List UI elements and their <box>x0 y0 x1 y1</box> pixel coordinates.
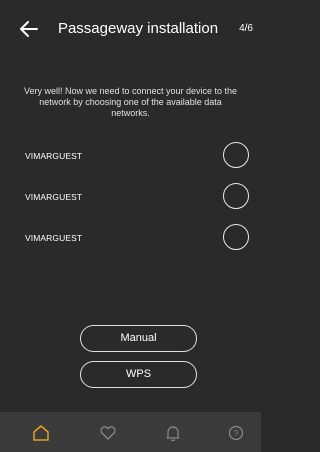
tab-bar: ? <box>0 412 261 452</box>
network-name: VIMARGUEST <box>25 151 83 161</box>
step-indicator: 4/6 <box>239 23 253 34</box>
network-item[interactable]: VIMARGUEST <box>0 142 261 172</box>
network-name: VIMARGUEST <box>25 233 83 243</box>
network-name: VIMARGUEST <box>25 192 83 202</box>
network-radio[interactable] <box>223 183 249 209</box>
bell-icon[interactable] <box>162 422 184 444</box>
network-item[interactable]: VIMARGUEST <box>0 224 261 254</box>
home-icon[interactable] <box>30 422 52 444</box>
network-item[interactable]: VIMARGUEST <box>0 183 261 213</box>
help-icon[interactable]: ? <box>225 422 247 444</box>
network-radio[interactable] <box>223 142 249 168</box>
arrow-left-icon[interactable] <box>18 18 40 40</box>
header: Passageway installation 4/6 <box>0 0 261 58</box>
network-radio[interactable] <box>223 224 249 250</box>
heart-icon[interactable] <box>97 422 119 444</box>
page-title: Passageway installation <box>57 20 219 37</box>
wps-button[interactable]: WPS <box>80 361 197 388</box>
instruction-text: Very well! Now we need to connect your d… <box>23 86 238 118</box>
manual-button[interactable]: Manual <box>80 325 197 352</box>
svg-text:?: ? <box>234 429 239 438</box>
